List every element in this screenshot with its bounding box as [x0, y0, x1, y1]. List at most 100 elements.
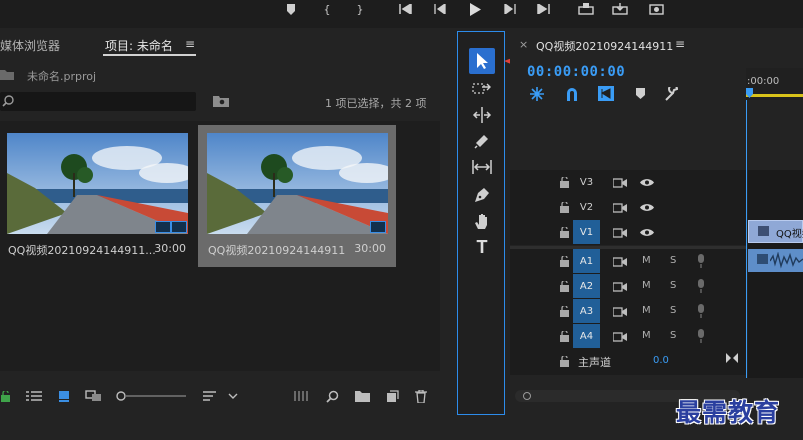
microphone-icon: [698, 329, 704, 343]
time-ruler[interactable]: :00:00: [746, 68, 803, 100]
lock-icon: [560, 227, 569, 238]
solo-button[interactable]: S: [670, 305, 676, 316]
mute-button[interactable]: M: [642, 305, 651, 316]
step-back-icon[interactable]: [430, 0, 450, 18]
panel-menu-icon[interactable]: ≡: [675, 37, 685, 51]
nest-toggle-icon[interactable]: [530, 87, 544, 101]
mute-button[interactable]: M: [642, 330, 651, 341]
sync-lock-icon: [613, 282, 627, 292]
razor-icon: [474, 135, 488, 149]
pen-icon: [475, 188, 489, 202]
mark-in-icon[interactable]: {: [317, 0, 337, 18]
video-clip[interactable]: QQ视频: [748, 220, 803, 243]
trash-icon[interactable]: [414, 389, 428, 403]
razor-tool[interactable]: [470, 130, 494, 152]
track-name[interactable]: A4: [573, 324, 600, 348]
transport-bar: { }: [0, 0, 803, 28]
clip-item[interactable]: QQ视频20210924144911... 30:00: [0, 125, 198, 267]
clip-thumbnail: [207, 133, 388, 234]
solo-button[interactable]: S: [670, 330, 676, 341]
track-name[interactable]: V3: [573, 170, 600, 194]
arrow-icon: [477, 53, 488, 69]
new-item-icon[interactable]: [385, 389, 399, 403]
project-file-icon: [0, 69, 14, 80]
type-icon: T: [476, 236, 488, 257]
work-area-bar[interactable]: [746, 94, 803, 97]
add-marker-icon[interactable]: [636, 88, 645, 99]
list-view-icon[interactable]: [25, 389, 43, 403]
find-icon[interactable]: [325, 389, 339, 403]
automate-to-sequence-icon[interactable]: [293, 389, 311, 403]
clip-thumbnail: [7, 133, 188, 234]
marker-icon[interactable]: [281, 0, 301, 18]
lock-icon[interactable]: [0, 389, 10, 403]
go-to-out-icon[interactable]: [534, 0, 554, 18]
wrench-icon[interactable]: [665, 87, 679, 101]
mute-button[interactable]: M: [642, 255, 651, 266]
mark-out-icon[interactable]: }: [350, 0, 370, 18]
search-input[interactable]: [0, 92, 196, 111]
microphone-icon: [698, 279, 704, 293]
sync-lock-icon: [613, 257, 627, 267]
zoom-slider[interactable]: [116, 389, 188, 403]
lock-icon: [560, 177, 569, 188]
lock-icon: [560, 306, 569, 317]
play-icon[interactable]: [465, 0, 485, 18]
scroll-handle[interactable]: [523, 392, 531, 400]
eye-icon: [640, 204, 654, 211]
linked-selection-icon[interactable]: [598, 86, 614, 101]
slip-tool[interactable]: [470, 156, 494, 178]
sync-lock-icon: [613, 307, 627, 317]
microphone-icon: [698, 254, 704, 268]
sync-lock-icon: [613, 228, 627, 238]
tab-media-browser[interactable]: 媒体浏览器: [0, 37, 60, 54]
close-tab-icon[interactable]: ×: [519, 38, 528, 51]
audio-clip[interactable]: [748, 249, 803, 272]
track-header-a1: A1 M S: [510, 249, 746, 274]
freeform-view-icon[interactable]: [85, 389, 103, 403]
snap-icon[interactable]: [565, 87, 579, 101]
track-header-a2: A2 M S: [510, 274, 746, 299]
tab-project[interactable]: 项目: 未命名: [105, 37, 173, 54]
insert-icon[interactable]: [576, 0, 596, 18]
clip-item-selected[interactable]: QQ视频20210924144911 30:00: [198, 125, 396, 267]
ruler-label: :00:00: [747, 76, 780, 87]
lock-icon: [560, 256, 569, 267]
track-name[interactable]: V1: [573, 220, 600, 244]
export-frame-icon[interactable]: [646, 0, 666, 18]
icon-view-icon[interactable]: [57, 389, 71, 403]
track-headers: V3 V2 V1 A1 M S A2 M S A3 M S A4 M S 主声道…: [510, 170, 746, 378]
track-header-v3: V3: [510, 170, 746, 195]
master-track-label: 主声道: [578, 356, 611, 369]
new-bin-icon[interactable]: [354, 389, 370, 403]
sync-lock-icon: [613, 178, 627, 188]
sort-menu-icon[interactable]: [203, 389, 239, 403]
panel-menu-icon[interactable]: ≡: [185, 37, 195, 51]
overwrite-icon[interactable]: [610, 0, 630, 18]
track-name[interactable]: A3: [573, 299, 600, 323]
find-icon[interactable]: [213, 95, 229, 107]
track-header-v1: V1: [510, 220, 746, 245]
solo-button[interactable]: S: [670, 280, 676, 291]
ripple-edit-tool[interactable]: [470, 104, 494, 126]
track-name[interactable]: V2: [573, 195, 600, 219]
track-name[interactable]: A2: [573, 274, 600, 298]
pen-tool[interactable]: [470, 184, 494, 206]
clip-duration: 30:00: [354, 242, 386, 255]
track-name[interactable]: A1: [573, 249, 600, 273]
master-volume-value[interactable]: 0.0: [653, 355, 669, 366]
waveform-icon: [770, 252, 803, 269]
solo-button[interactable]: S: [670, 255, 676, 266]
selection-status: 1 项已选择，共 2 项: [325, 97, 427, 110]
go-to-in-icon[interactable]: [395, 0, 415, 18]
hand-tool[interactable]: [470, 210, 494, 232]
go-to-end-icon: [726, 353, 738, 363]
microphone-icon: [698, 304, 704, 318]
sequence-tab[interactable]: QQ视频20210924144911: [536, 38, 673, 54]
mute-button[interactable]: M: [642, 280, 651, 291]
playhead-timecode[interactable]: 00:00:00:00: [527, 64, 625, 80]
lock-icon: [560, 331, 569, 342]
step-forward-icon[interactable]: [500, 0, 520, 18]
watermark-text: 最需教育: [676, 398, 781, 427]
type-tool[interactable]: T: [470, 236, 494, 258]
